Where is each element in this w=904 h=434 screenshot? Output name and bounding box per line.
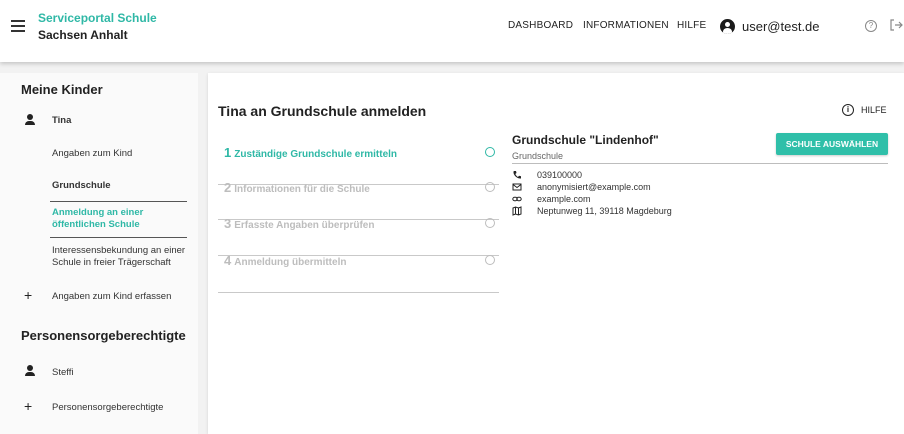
section-title-guardians: Personensorgeberechtigte [21, 328, 186, 343]
hilfe-button[interactable]: i HILFE [842, 104, 887, 116]
divider [512, 163, 888, 164]
school-phone-row: 039100000 [512, 169, 582, 180]
phone-icon [513, 170, 521, 179]
sidebar-item-anmeldung[interactable]: Anmeldung an einer öffentlichen Schule [52, 207, 172, 231]
step-label: 3 Erfasste Angaben überprüfen [224, 216, 375, 231]
account-icon [720, 18, 735, 34]
help-circle-icon[interactable]: ? [865, 20, 877, 32]
step-status-circle-icon [485, 255, 495, 265]
hilfe-label: HILFE [861, 105, 887, 115]
choose-school-button[interactable]: SCHULE AUSWÄHLEN [776, 133, 888, 155]
sidebar-child-tina[interactable]: Tina [52, 115, 71, 126]
step-status-circle-icon [485, 218, 495, 228]
info-icon: i [842, 104, 854, 116]
mail-icon [512, 183, 522, 190]
sidebar-add-child[interactable]: Angaben zum Kind erfassen [52, 291, 171, 302]
divider [50, 201, 187, 202]
user-account[interactable]: user@test.de [720, 17, 820, 35]
school-address-row: Neptunweg 11, 39118 Magdeburg [512, 205, 672, 216]
divider [50, 237, 187, 238]
step-label: 4 Anmeldung übermitteln [224, 253, 347, 268]
step-label: 1 Zuständige Grundschule ermitteln [224, 145, 398, 160]
menu-icon[interactable] [11, 20, 25, 32]
top-app-bar: Serviceportal Schule Sachsen Anhalt DASH… [0, 0, 904, 62]
logout-icon[interactable] [889, 18, 903, 32]
map-icon [512, 205, 522, 216]
sidebar-item-interessensbekundung[interactable]: Interessensbekundung an einer Schule in … [52, 245, 192, 269]
section-title-kinder: Meine Kinder [21, 82, 103, 97]
person-icon [24, 365, 36, 377]
step-3[interactable]: 3 Erfasste Angaben überprüfen [218, 216, 499, 256]
school-type: Grundschule [512, 151, 564, 161]
user-email: user@test.de [742, 18, 820, 34]
nav-dashboard[interactable]: DASHBOARD [508, 20, 573, 31]
step-status-circle-icon [485, 182, 495, 192]
step-4[interactable]: 4 Anmeldung übermitteln [218, 253, 499, 293]
step-label: 2 Informationen für die Schule [224, 180, 370, 195]
brand-title: Serviceportal Schule [38, 11, 157, 25]
sidebar-item-grundschule[interactable]: Grundschule [52, 180, 111, 191]
step-1[interactable]: 1 Zuständige Grundschule ermitteln [218, 145, 499, 185]
sidebar-add-guardian[interactable]: Personensorgeberechtigte [52, 402, 163, 413]
sidebar-guardian-steffi[interactable]: Steffi [52, 367, 73, 378]
school-name: Grundschule "Lindenhof" [512, 133, 659, 147]
nav-hilfe[interactable]: HILFE [677, 20, 706, 31]
step-2[interactable]: 2 Informationen für die Schule [218, 180, 499, 220]
step-status-circle-icon [485, 147, 495, 157]
link-icon [512, 196, 522, 201]
plus-icon[interactable]: + [24, 399, 32, 413]
brand-subtitle: Sachsen Anhalt [38, 28, 128, 42]
divider [218, 291, 499, 293]
school-email-row: anonymisiert@example.com [512, 181, 651, 192]
page-title: Tina an Grundschule anmelden [218, 103, 427, 119]
sidebar-item-angaben[interactable]: Angaben zum Kind [52, 148, 132, 159]
plus-icon[interactable]: + [24, 288, 32, 302]
nav-informationen[interactable]: INFORMATIONEN [583, 20, 669, 31]
person-icon [24, 114, 36, 126]
school-website-row: example.com [512, 193, 591, 204]
